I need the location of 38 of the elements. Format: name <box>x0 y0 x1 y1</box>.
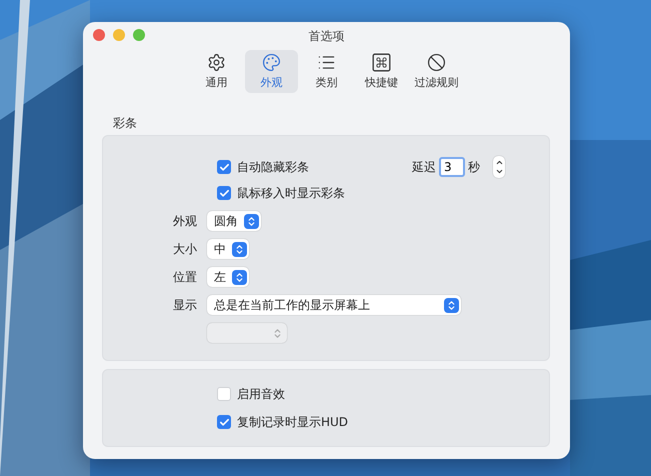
toolbar-tab[interactable]: 过滤规则 <box>410 50 463 93</box>
toolbar-tab[interactable]: 外观 <box>245 50 298 93</box>
checkmark-icon <box>218 416 230 428</box>
checkmark-icon <box>218 162 230 172</box>
form-label: 大小 <box>172 240 198 258</box>
chevrons-icon <box>234 272 245 282</box>
chevrons-icon <box>246 216 257 226</box>
checkbox[interactable]: 自动隐藏彩条 <box>217 158 309 176</box>
chevron-down-icon <box>494 167 504 176</box>
checkbox[interactable]: 启用音效 <box>217 386 285 402</box>
delay-label: 延迟 <box>412 158 436 176</box>
prohibited-icon <box>427 53 446 72</box>
chevron-up-icon <box>494 158 504 167</box>
toolbar-tab[interactable]: 快捷键 <box>355 50 408 93</box>
window-title: 首选项 <box>308 28 344 45</box>
popup-menu[interactable]: 总是在当前工作的显示屏幕上 <box>207 295 461 315</box>
form-label: 显示 <box>172 296 198 314</box>
form-label: 外观 <box>172 212 198 230</box>
popup-menu[interactable]: 中 <box>207 239 249 259</box>
toolbar-tab[interactable]: 类别 <box>300 50 353 93</box>
section-title: 彩条 <box>113 115 138 132</box>
chevrons-icon <box>234 244 245 254</box>
chevrons-icon <box>446 300 457 310</box>
command-key-icon <box>372 53 391 72</box>
popup-menu[interactable]: 左 <box>207 267 249 287</box>
form-label: 位置 <box>172 268 198 286</box>
popup-menu[interactable]: 圆角 <box>207 211 261 231</box>
unit-label: 秒 <box>468 158 480 176</box>
stepper[interactable] <box>493 156 505 178</box>
chevrons-icon <box>272 328 283 338</box>
toolbar-tab[interactable]: 通用 <box>190 50 243 93</box>
checkmark-icon <box>218 188 230 198</box>
checkbox[interactable]: 复制记录时显示HUD <box>217 414 348 430</box>
checkbox[interactable]: 鼠标移入时显示彩条 <box>217 184 345 202</box>
window-controls-icon[interactable] <box>93 29 145 41</box>
palette-icon <box>262 53 281 72</box>
delay-field[interactable]: 3 <box>439 157 465 177</box>
gear-icon <box>207 53 226 72</box>
